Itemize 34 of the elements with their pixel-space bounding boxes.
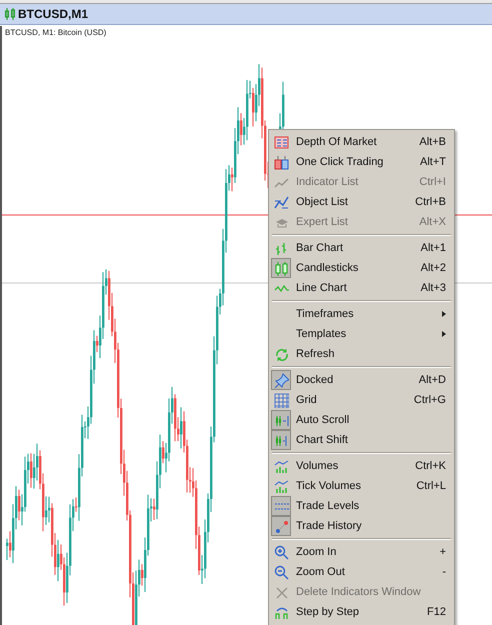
zoom-out-icon xyxy=(274,564,288,580)
menu-item[interactable]: Depth Of Market Alt+B xyxy=(271,132,452,152)
menu-item[interactable]: Grid Ctrl+G xyxy=(271,390,452,410)
menu-item[interactable]: Zoom Out - xyxy=(271,562,452,582)
menu-item[interactable]: Trade History xyxy=(271,516,452,536)
menu-item[interactable]: One Click Trading Alt+T xyxy=(271,152,452,172)
refresh-icon xyxy=(274,346,288,362)
menu-item[interactable]: Step by Step F12 xyxy=(271,602,452,622)
menu-item[interactable]: Trade Levels xyxy=(271,496,452,516)
menu-item[interactable]: Object List Ctrl+B xyxy=(271,192,452,212)
cross-icon xyxy=(274,584,288,600)
bar-chart-icon xyxy=(274,240,288,256)
zoom-in-icon xyxy=(274,544,288,560)
grid-icon xyxy=(274,392,288,408)
menu-item[interactable]: Chart Shift xyxy=(271,430,452,450)
menu-item[interactable]: Docked Alt+D xyxy=(271,370,452,390)
menu-item[interactable]: Line Chart Alt+3 xyxy=(271,278,452,298)
menu-item[interactable]: Refresh xyxy=(271,344,452,364)
menu-item[interactable]: Timeframes xyxy=(271,304,452,324)
menu-item[interactable]: Volumes Ctrl+K xyxy=(271,456,452,476)
menu-item[interactable]: Auto Scroll xyxy=(271,410,452,430)
candlestick-icon xyxy=(5,8,15,20)
window-title: BTCUSD,M1 xyxy=(18,6,88,23)
menu-item[interactable]: Tick Volumes Ctrl+L xyxy=(271,476,452,496)
menu-item[interactable]: Bar Chart Alt+1 xyxy=(271,238,452,258)
menu-item[interactable]: Candlesticks Alt+2 xyxy=(271,258,452,278)
volume-bars-icon xyxy=(274,458,288,474)
two-panel-icon xyxy=(274,154,288,170)
menu-item[interactable]: Zoom In + xyxy=(271,542,452,562)
volume-bars-icon xyxy=(274,478,288,494)
table-icon xyxy=(274,134,288,150)
line-graph-icon xyxy=(274,194,288,210)
chart-label: BTCUSD, M1: Bitcoin (USD) xyxy=(5,27,106,39)
menu-item[interactable]: Templates xyxy=(271,324,452,344)
